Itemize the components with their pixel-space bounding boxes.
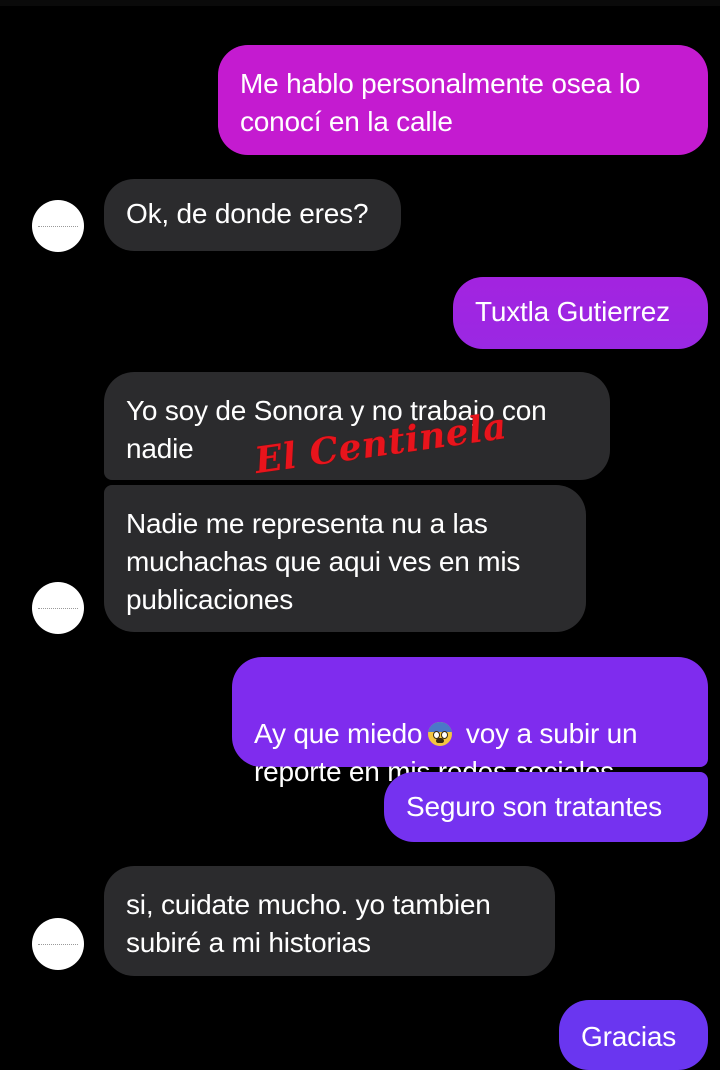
avatar-placeholder [38,226,78,227]
top-edge [0,0,720,6]
message-incoming[interactable]: Ok, de donde eres? [104,179,401,251]
message-outgoing[interactable]: Tuxtla Gutierrez [453,277,708,349]
avatar-placeholder [38,608,78,609]
message-incoming[interactable]: Nadie me representa nu a las muchachas q… [104,485,586,632]
avatar-placeholder [38,944,78,945]
anxious-face-icon [428,722,453,746]
avatar[interactable] [32,200,84,252]
message-text: Ay que miedo [254,718,423,749]
avatar[interactable] [32,918,84,970]
message-outgoing[interactable]: Gracias [559,1000,708,1070]
message-outgoing[interactable]: Ay que miedo voy a subir unreporte en mi… [232,657,708,787]
message-outgoing[interactable]: Me hablo personalmente osea lo conocí en… [218,45,708,155]
message-text: voy a subir un [458,718,638,749]
message-incoming[interactable]: si, cuidate mucho. yo tambien subiré a m… [104,866,555,976]
avatar[interactable] [32,582,84,634]
message-outgoing[interactable]: Seguro son tratantes [384,772,708,842]
